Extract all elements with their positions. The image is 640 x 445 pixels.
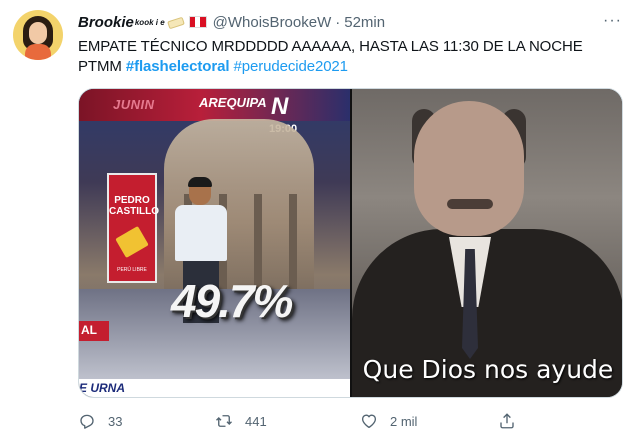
tweet-timestamp[interactable]: 52min (344, 14, 385, 31)
separator-dot: · (335, 13, 341, 31)
retweet-count: 441 (245, 413, 267, 429)
avatar-body (25, 44, 51, 60)
peru-flag-icon (188, 16, 207, 28)
man-mustache (447, 199, 493, 209)
display-name-suffix: kook i e (134, 17, 165, 27)
meme-caption: Que Dios nos ayude (362, 355, 614, 384)
tweet-media[interactable]: JUNIN AREQUIPA N 19:00 PEDRO CASTILLO PE… (78, 88, 623, 398)
avatar-face (29, 22, 47, 44)
hashtag-flashelectoral[interactable]: #flashelectoral (126, 58, 230, 75)
like-count: 2 mil (390, 413, 418, 429)
display-name[interactable]: Brookie (78, 14, 134, 31)
region-label-junin: JUNIN (113, 97, 155, 112)
retweet-button[interactable]: 441 (215, 412, 267, 430)
like-button[interactable]: 2 mil (360, 412, 417, 430)
pencil-icon (115, 225, 149, 259)
profile-avatar[interactable] (13, 10, 63, 60)
share-button[interactable] (498, 412, 528, 430)
reply-icon (80, 414, 94, 429)
heart-icon (361, 414, 377, 429)
channel-logo: N (271, 93, 289, 120)
share-icon (500, 413, 514, 429)
vote-percentage: 49.7% (171, 275, 293, 327)
retweet-icon (216, 415, 232, 427)
man-head (414, 101, 524, 236)
broadcast-bottom-label: E URNA (79, 381, 126, 395)
reply-button[interactable]: 33 (78, 412, 122, 430)
user-handle[interactable]: @WhoisBrookeW (213, 14, 332, 31)
more-options-icon[interactable]: ··· (603, 12, 622, 30)
media-image-right[interactable]: Que Dios nos ayude (352, 89, 622, 397)
cookie-emoji-icon (167, 17, 183, 27)
tweet-actions: 33 441 2 mil (78, 408, 623, 434)
media-image-left[interactable]: JUNIN AREQUIPA N 19:00 PEDRO CASTILLO PE… (79, 89, 350, 397)
hashtag-perudecide2021[interactable]: #perudecide2021 (233, 58, 348, 75)
side-tab-label: AL (81, 323, 97, 337)
tweet-header: Brookie kook i e @WhoisBrookeW · 52min (78, 12, 385, 32)
reply-count: 33 (108, 413, 123, 429)
candidate-card: PEDRO CASTILLO PERÚ LIBRE (107, 173, 159, 283)
party-name: PERÚ LIBRE (117, 267, 147, 273)
region-label-arequipa: AREQUIPA (199, 95, 267, 110)
candidate-name: PEDRO CASTILLO (109, 195, 159, 217)
tweet-text: EMPATE TÉCNICO MRDDDDD AAAAAA, HASTA LAS… (78, 37, 618, 77)
